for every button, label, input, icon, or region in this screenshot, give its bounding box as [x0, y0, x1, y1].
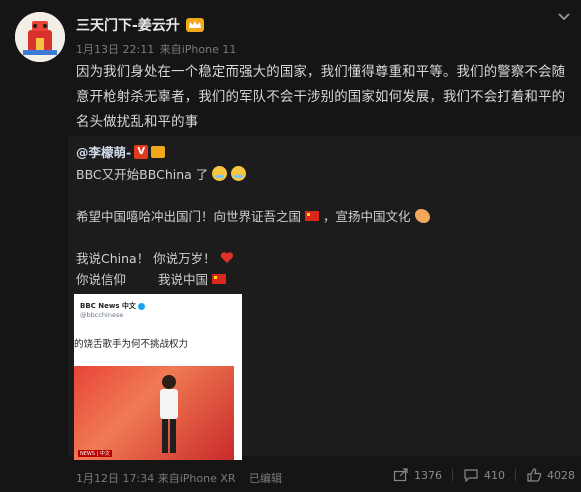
- verified-icon: V: [134, 144, 149, 159]
- edited-label: 已编辑: [249, 472, 283, 485]
- repost-line-3-text: 我说China！ 你说万岁！: [76, 251, 216, 266]
- author-label[interactable]: 三天门下-姜云升: [76, 15, 180, 35]
- repost-line-4: 你说信仰 我说中国: [76, 269, 227, 288]
- repost-user-name[interactable]: @李檬萌-: [76, 142, 131, 161]
- repost-line-2: 希望中国嘻哈冲出国门！向世界证吾之国 ，宣扬中国文化: [76, 206, 430, 225]
- chevron-down-icon[interactable]: [557, 12, 571, 22]
- repost-user[interactable]: @李檬萌- V: [76, 142, 166, 161]
- repost-line-2b-text: ，宣扬中国文化: [323, 209, 411, 224]
- repost-line-4b-text: 我说中国: [158, 272, 209, 287]
- repost-line-1-text: BBC又开始BBChina 了: [76, 167, 209, 182]
- image-headline: 的饶舌歌手为何不挑战权力: [74, 339, 189, 350]
- concert-photo: [74, 366, 234, 460]
- crying-emoji-icon: [231, 166, 247, 181]
- like-count: 4028: [547, 468, 575, 482]
- repost-line-3: 我说China！ 你说万岁！: [76, 248, 234, 267]
- repost-line-1: BBC又开始BBChina 了: [76, 164, 247, 183]
- avatar[interactable]: [15, 12, 65, 62]
- action-bar: 1376 410 4028: [393, 468, 575, 482]
- post-text: 因为我们身处在一个稳定而强大的国家，我们懂得尊重和平等。我们的警察不会随意开枪射…: [76, 65, 566, 130]
- bbc-account-label: BBC News 中文: [80, 302, 136, 310]
- like-button[interactable]: 4028: [526, 468, 575, 482]
- repost-meta: 1月12日 17:34 来自iPhone XR 已编辑: [76, 470, 282, 486]
- divider: [452, 469, 453, 481]
- repost-button[interactable]: 1376: [393, 468, 442, 482]
- muscle-emoji-icon: [414, 208, 430, 223]
- repost-count: 1376: [414, 468, 442, 482]
- author-name[interactable]: 三天门下-姜云升: [76, 15, 204, 35]
- comment-count: 410: [484, 468, 505, 482]
- news-tag: NEWS | 中文: [78, 450, 112, 457]
- repost-line-2-text: 希望中国嘻哈冲出国门！向世界证吾之国: [76, 209, 302, 224]
- repost-date[interactable]: 1月12日 17:34: [76, 472, 154, 485]
- bbc-account-name: BBC News 中文: [80, 301, 146, 311]
- thumbs-up-icon: [527, 468, 542, 482]
- repost-source: 来自iPhone XR: [157, 472, 236, 485]
- post-meta: 1月13日 22:11 来自iPhone 11: [76, 41, 238, 57]
- heart-emoji-icon: [220, 252, 233, 263]
- post-source: 来自iPhone 11: [159, 43, 237, 56]
- weibo-post: 三天门下-姜云升 1月13日 22:11 来自iPhone 11 因为我们身处在…: [0, 0, 581, 492]
- china-flag-icon: [305, 210, 320, 221]
- repost-line-4a-text: 你说信仰: [76, 272, 127, 287]
- bbc-handle: @bbcchinese: [80, 311, 124, 319]
- china-flag-icon: [212, 273, 227, 284]
- divider: [515, 469, 516, 481]
- post-footer: 1月12日 17:34 来自iPhone XR 已编辑 1376 410 402…: [0, 462, 581, 492]
- share-icon: [393, 468, 408, 482]
- verified-check-icon: [138, 302, 146, 310]
- repost-image[interactable]: BBC News 中文 @bbcchinese 的饶舌歌手为何不挑战权力 NEW…: [74, 294, 242, 460]
- comment-icon: [464, 469, 478, 482]
- crying-emoji-icon: [212, 166, 228, 181]
- comment-button[interactable]: 410: [463, 468, 505, 482]
- post-date[interactable]: 1月13日 22:11: [76, 43, 154, 56]
- crown-icon: [185, 18, 204, 32]
- performer-figure: [160, 375, 178, 453]
- crown-icon: [151, 145, 166, 158]
